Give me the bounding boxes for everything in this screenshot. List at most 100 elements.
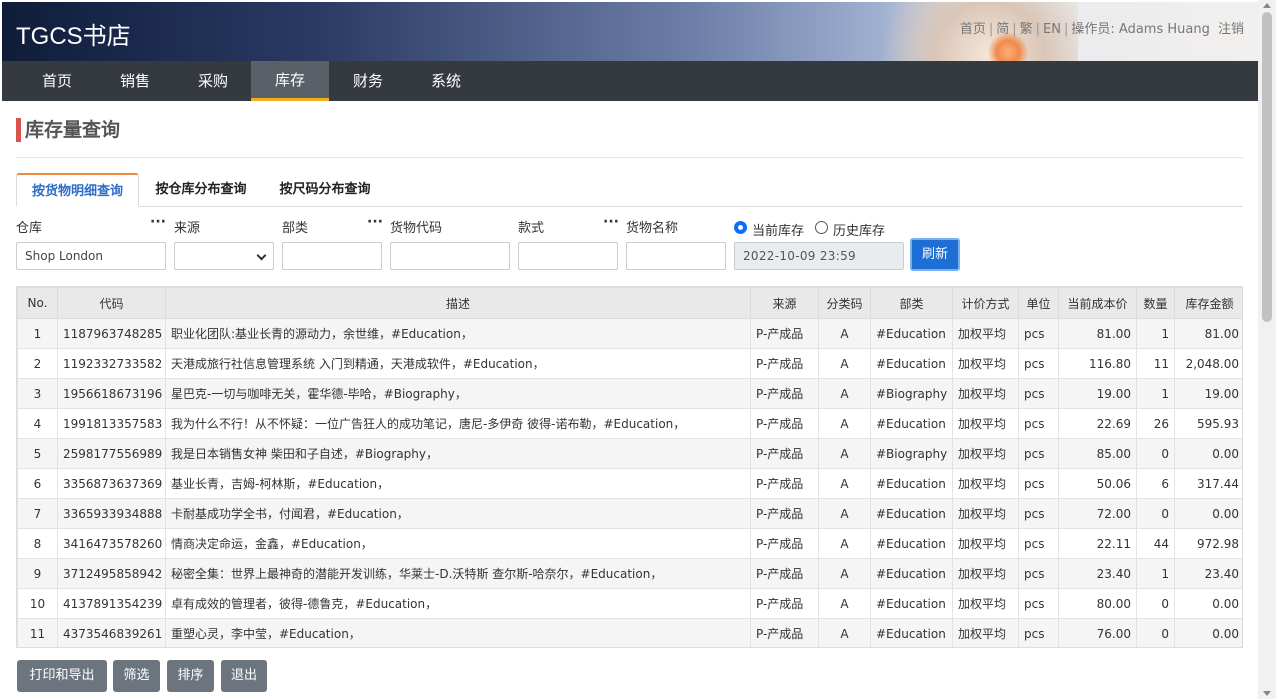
table-row[interactable]: 1 1187963748285 职业化团队:基业长青的源动力，余世维，#Educat… [17,318,1242,349]
table-cell: 4 [17,408,58,439]
category-input[interactable] [282,242,382,270]
table-cell: 3 [17,378,58,409]
nav-system[interactable]: 系统 [407,61,485,101]
style-input[interactable] [518,242,618,270]
table-row[interactable]: 9 3712495858942 秘密全集：世界上最神奇的潜能开发训练，华莱士-D.沃… [17,558,1242,589]
category-label: 部类 [282,221,309,236]
stock-datetime-input[interactable]: 2022-10-09 23:59 [734,242,904,270]
chevron-down-icon [256,250,267,261]
table-cell: 1956618673196 [57,378,166,409]
sort-button[interactable]: 排序 [167,660,214,692]
table-cell: 职业化团队:基业长青的源动力，余世维，#Education， [165,318,751,349]
style-more-icon[interactable]: ··· [603,214,619,230]
table-cell: #Education [870,318,953,349]
category-more-icon[interactable]: ··· [367,214,383,230]
page-scrollbar[interactable] [1258,0,1276,699]
column-header[interactable]: 数量 [1136,287,1175,319]
scroll-up-icon[interactable] [1263,3,1271,8]
tab-by-size[interactable]: 按尺码分布查询 [270,173,380,207]
column-header[interactable]: 当前成本价 [1058,287,1137,319]
filter-button[interactable]: 筛选 [113,660,160,692]
table-cell: 317.44 [1174,468,1242,499]
table-cell: 情商决定命运，金鑫，#Education， [165,528,751,559]
table-row[interactable]: 10 4137891354239 卓有成效的管理者，彼得-德鲁克，#Educatio… [17,588,1242,619]
table-cell: P-产成品 [750,558,819,589]
current-stock-label[interactable]: 当前库存 [752,220,804,239]
history-stock-label[interactable]: 历史库存 [833,220,885,239]
column-header[interactable]: No. [17,287,58,319]
table-cell: 72.00 [1058,498,1137,529]
column-header[interactable]: 计价方式 [952,287,1019,319]
table-cell: 85.00 [1058,438,1137,469]
warehouse-more-icon[interactable]: ··· [150,214,166,230]
table-cell: 5 [17,438,58,469]
table-cell: 加权平均 [952,348,1019,379]
tab-by-warehouse[interactable]: 按仓库分布查询 [146,173,256,207]
goods-name-input[interactable] [626,242,726,270]
table-row[interactable]: 8 3416473578260 情商决定命运，金鑫，#Education， P-产成品… [17,528,1242,559]
nav-finance[interactable]: 财务 [329,61,407,101]
exit-button[interactable]: 退出 [221,660,267,692]
table-cell: 1 [17,318,58,349]
history-stock-radio[interactable] [815,221,828,234]
refresh-button[interactable]: 刷新 [910,238,960,271]
table-cell: A [818,408,871,439]
table-cell: A [818,588,871,619]
table-row[interactable]: 7 3365933934888 卡耐基成功学全书，付闻君，#Education， P-… [17,498,1242,529]
table-cell: 2,048.00 [1174,348,1242,379]
table-cell: 加权平均 [952,528,1019,559]
table-cell: A [818,348,871,379]
table-cell: pcs [1018,618,1059,647]
source-select[interactable] [174,242,274,270]
simplified-chinese-link[interactable]: 简 [996,22,1009,37]
table-row[interactable]: 5 2598177556989 我是日本销售女神 柴田和子自述，#Biography… [17,438,1242,469]
table-cell: pcs [1018,348,1059,379]
nav-sales[interactable]: 销售 [96,61,174,101]
column-header[interactable]: 分类码 [818,287,871,319]
query-tabs: 按货物明细查询 按仓库分布查询 按尺码分布查询 [16,173,1243,207]
column-header[interactable]: 部类 [870,287,953,319]
current-stock-radio[interactable] [734,221,747,234]
scroll-down-icon[interactable] [1263,691,1271,696]
table-cell: P-产成品 [750,408,819,439]
home-link[interactable]: 首页 [960,22,986,37]
table-row[interactable]: 11 4373546839261 重塑心灵，李中莹，#Education， P-产成品… [17,618,1242,647]
warehouse-input[interactable]: Shop London [16,242,166,270]
print-export-button[interactable]: 打印和导出 [17,660,107,692]
table-cell: P-产成品 [750,528,819,559]
table-cell: A [818,438,871,469]
scrollbar-thumb[interactable] [1262,12,1272,322]
table-row[interactable]: 6 3356873637369 基业长青，吉姆-柯林斯，#Education， P-产… [17,468,1242,499]
table-cell: 10 [17,588,58,619]
table-cell: A [818,528,871,559]
table-cell: #Education [870,558,953,589]
table-cell: 23.40 [1174,558,1242,589]
column-header[interactable]: 库存金额 [1174,287,1242,319]
table-cell: 1192332733582 [57,348,166,379]
table-cell: P-产成品 [750,588,819,619]
english-link[interactable]: EN [1043,22,1061,37]
table-cell: 天港成旅行社信息管理系统 入门到精通，天港成软件，#Education， [165,348,751,379]
logout-link[interactable]: 注销 [1218,22,1244,37]
table-cell: P-产成品 [750,498,819,529]
nav-inventory[interactable]: 库存 [251,61,329,101]
column-header[interactable]: 描述 [165,287,751,319]
table-row[interactable]: 4 1991813357583 我为什么不行！从不怀疑：一位广告狂人的成功笔记，唐尼… [17,408,1242,439]
nav-home[interactable]: 首页 [18,61,96,101]
source-label: 来源 [174,221,201,236]
table-row[interactable]: 2 1192332733582 天港成旅行社信息管理系统 入门到精通，天港成软件，#… [17,348,1242,379]
table-row[interactable]: 3 1956618673196 星巴克-一切与咖啡无关，霍华德-毕哈，#Biogra… [17,378,1242,409]
goods-code-input[interactable] [390,242,510,270]
column-header[interactable]: 单位 [1018,287,1059,319]
table-cell: 80.00 [1058,588,1137,619]
table-cell: pcs [1018,378,1059,409]
app-header: TGCS书店 首页 | 简 | 繁 | EN | 操作员: Adams Huang 注销 [2,2,1258,61]
table-cell: 44 [1136,528,1175,559]
table-cell: 0.00 [1174,498,1242,529]
column-header[interactable]: 代码 [57,287,166,319]
traditional-chinese-link[interactable]: 繁 [1020,22,1033,37]
table-cell: 1 [1136,378,1175,409]
nav-purchase[interactable]: 采购 [174,61,252,101]
tab-by-goods-detail[interactable]: 按货物明细查询 [16,173,139,207]
column-header[interactable]: 来源 [750,287,819,319]
